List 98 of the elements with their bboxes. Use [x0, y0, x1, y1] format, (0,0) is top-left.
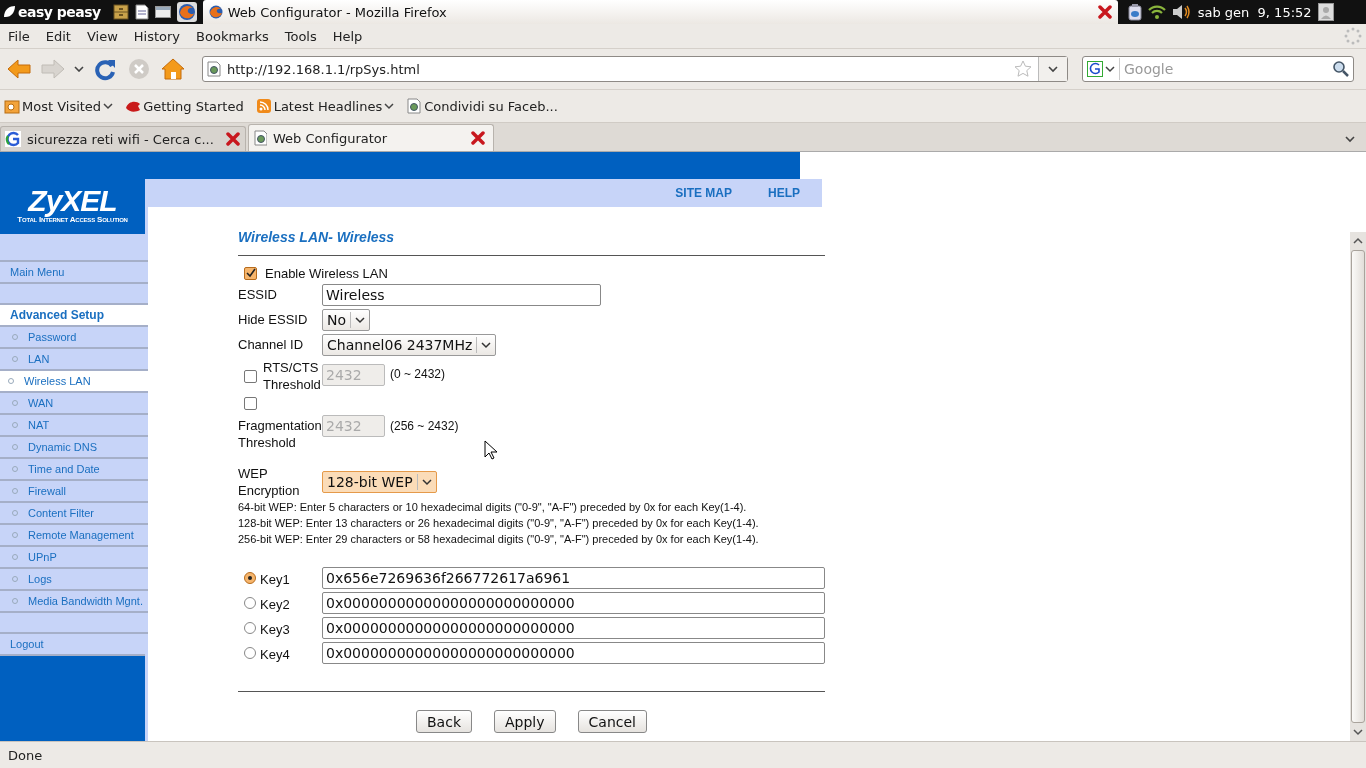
dropdown[interactable]: No	[322, 308, 371, 331]
page-title: Wireless LAN- Wireless	[238, 229, 396, 247]
scrollbar[interactable]	[1350, 232, 1366, 741]
bookmark-item[interactable]: Latest Headlines	[255, 98, 395, 114]
menu-item[interactable]: View	[82, 28, 122, 44]
back-icon	[6, 57, 32, 81]
active-window-button[interactable]: Web Configurator - Mozilla Firefox	[202, 0, 1118, 24]
hint-text: 256-bit WEP: Enter 29 characters or 58 hexadecimal digits ("0-9", "A-F") preceded by 0x for each Key(1-4).	[238, 532, 760, 547]
search-icon[interactable]	[1332, 60, 1350, 78]
dropdown[interactable]: Channel06 2437MHz	[322, 333, 497, 356]
field-label: Channel ID	[238, 337, 305, 352]
bookmark-item[interactable]: Getting Started	[125, 98, 244, 114]
caret-icon	[74, 66, 84, 72]
form-button[interactable]: Back	[416, 710, 472, 733]
star-icon	[1014, 60, 1032, 78]
window-icon[interactable]	[154, 6, 171, 18]
sidebar-item[interactable]: Wireless LAN	[0, 369, 148, 391]
address-bar[interactable]: http://192.168.1.1/rpSys.html	[202, 56, 1068, 82]
caret-icon	[1105, 64, 1115, 74]
close-icon	[225, 132, 240, 146]
key-field[interactable]: 0x00000000000000000000000000	[322, 616, 825, 639]
g-letter-icon	[5, 131, 21, 147]
caret-icon	[1353, 236, 1363, 246]
menu-item[interactable]: Help	[328, 28, 367, 44]
close-tab-button[interactable]	[225, 132, 240, 146]
form-button[interactable]: Apply	[494, 710, 556, 733]
menu-item[interactable]: History	[129, 28, 185, 44]
browser-icon[interactable]	[176, 2, 197, 22]
radio-label: Key4	[260, 647, 290, 662]
hint-text: 128-bit WEP: Enter 13 characters or 26 hexadecimal digits ("0-9", "A-F") preceded by 0x for each Key(1-4).	[238, 516, 760, 531]
menu-item[interactable]: Edit	[41, 28, 75, 44]
caret-icon	[355, 314, 366, 325]
menu-item[interactable]: Bookmarks	[192, 28, 273, 44]
logo-wordmark: ZyXEL	[26, 187, 118, 215]
key-field[interactable]: 0x00000000000000000000000000	[322, 641, 825, 664]
key-field[interactable]: 0x00000000000000000000000000	[322, 591, 825, 614]
speaker-icon[interactable]	[1171, 4, 1192, 20]
status-text: Done	[8, 747, 43, 763]
range-hint: (256 ~ 2432)	[390, 419, 459, 433]
scrollbar-thumb[interactable]	[1351, 250, 1365, 723]
key-field[interactable]: 0x656e7269636f266772617a6961	[322, 566, 825, 589]
bookmark-item[interactable]: Condividi su Faceb...	[406, 98, 558, 114]
throbber-icon	[1344, 27, 1362, 45]
document-icon[interactable]	[134, 4, 149, 20]
clock[interactable]: sab gen 9, 15:52	[1197, 4, 1312, 20]
page-icon	[207, 61, 221, 77]
close-icon	[471, 131, 485, 145]
cabinet-icon[interactable]	[112, 4, 129, 20]
caret-icon	[1047, 63, 1059, 75]
field-label: Hide ESSID	[238, 312, 309, 327]
bookmark-item[interactable]: Most Visited	[4, 98, 114, 114]
feed-icon	[255, 98, 272, 114]
field-label: ESSID	[238, 287, 278, 302]
caret-icon	[1344, 133, 1356, 145]
dropdown[interactable]: 128-bit WEP	[322, 471, 437, 493]
folder-icon	[4, 98, 20, 114]
checkbox[interactable]	[244, 266, 257, 280]
radio-button[interactable]	[244, 646, 256, 659]
user-icon[interactable]	[1317, 3, 1334, 21]
wifi-icon[interactable]	[1147, 5, 1166, 19]
checkbox-label: RTS/CTS Threshold	[263, 359, 322, 393]
leaf-icon	[2, 5, 16, 19]
reload-icon	[92, 57, 118, 81]
browser-icon	[208, 5, 223, 19]
stop-icon	[126, 57, 152, 81]
field-label: WEP Encryption	[238, 465, 301, 499]
form-button[interactable]: Cancel	[577, 710, 647, 733]
radio-button[interactable]	[244, 571, 256, 584]
range-hint: (0 ~ 2432)	[390, 367, 446, 381]
url-dropdown-button[interactable]	[1038, 57, 1067, 81]
checkbox-label: Enable Wireless LAN	[265, 265, 388, 281]
mouse-pointer-icon	[484, 440, 498, 460]
close-tab-button[interactable]	[471, 131, 485, 145]
caret-icon	[1353, 727, 1363, 737]
caret-icon	[481, 339, 492, 350]
hint-text: 64-bit WEP: Enter 5 characters or 10 hexadecimal digits ("0-9", "A-F") preceded by 0x for each Key(1-4).	[238, 500, 748, 515]
menu-item[interactable]: Tools	[280, 28, 321, 44]
g-letter-icon	[1087, 61, 1103, 77]
sidebar-heading: Advanced Setup	[0, 303, 148, 325]
forward-icon	[40, 57, 66, 81]
radio-button[interactable]	[244, 596, 256, 609]
radio-label: Key3	[260, 622, 290, 637]
checkbox-label: Fragmentation Threshold	[238, 417, 322, 451]
applications-menu[interactable]: easy peasy	[2, 4, 101, 20]
browser-tab[interactable]: sicurezza reti wifi - Cerca c...	[0, 126, 246, 151]
caret-icon	[421, 477, 432, 487]
clipboard-icon[interactable]	[1127, 3, 1142, 21]
home-icon	[160, 57, 186, 81]
close-icon	[1097, 5, 1112, 19]
search-bar[interactable]: Google	[1082, 56, 1354, 82]
radio-label: Key1	[260, 572, 290, 587]
menu-item[interactable]: File	[4, 28, 34, 44]
radio-button[interactable]	[244, 621, 256, 634]
page-icon	[406, 98, 423, 114]
essid-field[interactable]: Wireless	[322, 283, 601, 306]
radio-label: Key2	[260, 597, 290, 612]
page-icon	[253, 130, 267, 146]
browser-tab[interactable]: Web Configurator	[248, 124, 494, 151]
